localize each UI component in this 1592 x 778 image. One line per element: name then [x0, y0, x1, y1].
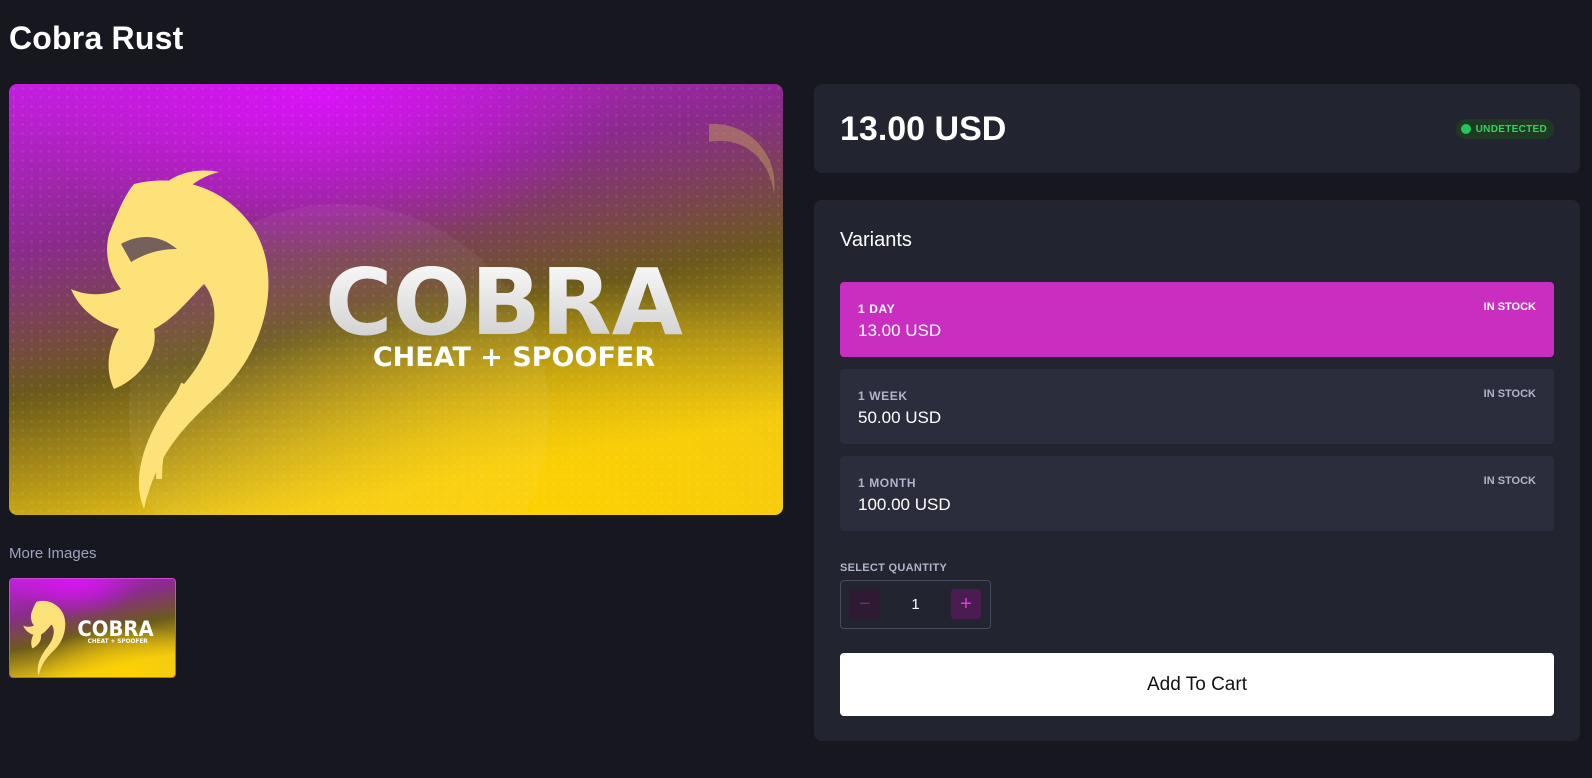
quantity-input[interactable]: 1 [911, 596, 919, 613]
variants-card: Variants 1 DAY 13.00 USD IN STOCK 1 WEEK… [814, 200, 1580, 741]
variant-price: 100.00 USD [858, 495, 951, 514]
page-title: Cobra Rust [9, 20, 184, 56]
variant-option-1-month[interactable]: 1 MONTH 100.00 USD IN STOCK [840, 456, 1554, 531]
add-to-cart-button[interactable]: Add To Cart [840, 653, 1554, 716]
cobra-thumbnail-graphic: COBRA CHEAT + SPOOFER [10, 579, 175, 677]
variants-heading: Variants [840, 229, 912, 251]
product-price: 13.00 USD [840, 110, 1007, 148]
variant-stock-status: IN STOCK [1483, 301, 1536, 313]
product-main-image: COBRA CHEAT + SPOOFER [9, 84, 783, 515]
thumbnail-image[interactable]: COBRA CHEAT + SPOOFER [9, 578, 176, 678]
variant-stock-status: IN STOCK [1483, 388, 1536, 400]
variant-option-1-week[interactable]: 1 WEEK 50.00 USD IN STOCK [840, 369, 1554, 444]
more-images-label: More Images [9, 545, 97, 562]
quantity-label: SELECT QUANTITY [840, 562, 948, 574]
variant-name: 1 DAY [858, 302, 896, 316]
quantity-increment-button[interactable]: + [951, 589, 981, 619]
svg-text:COBRA: COBRA [325, 249, 683, 356]
variant-name: 1 MONTH [858, 476, 917, 490]
variant-name: 1 WEEK [858, 389, 908, 403]
variant-option-1-day[interactable]: 1 DAY 13.00 USD IN STOCK [840, 282, 1554, 357]
status-badge: UNDETECTED [1455, 119, 1554, 139]
variant-stock-status: IN STOCK [1483, 475, 1536, 487]
svg-text:COBRA: COBRA [77, 616, 154, 641]
status-dot-icon [1460, 124, 1471, 134]
cobra-banner-graphic: COBRA CHEAT + SPOOFER [9, 84, 783, 515]
svg-text:CHEAT + SPOOFER: CHEAT + SPOOFER [88, 638, 148, 645]
svg-text:CHEAT + SPOOFER: CHEAT + SPOOFER [373, 342, 656, 373]
variant-price: 13.00 USD [858, 321, 942, 340]
quantity-decrement-button[interactable]: − [850, 589, 880, 619]
status-text: UNDETECTED [1475, 123, 1547, 135]
quantity-stepper: − 1 + [840, 580, 991, 629]
variant-price: 50.00 USD [858, 408, 942, 427]
price-card: 13.00 USD UNDETECTED [814, 84, 1580, 173]
